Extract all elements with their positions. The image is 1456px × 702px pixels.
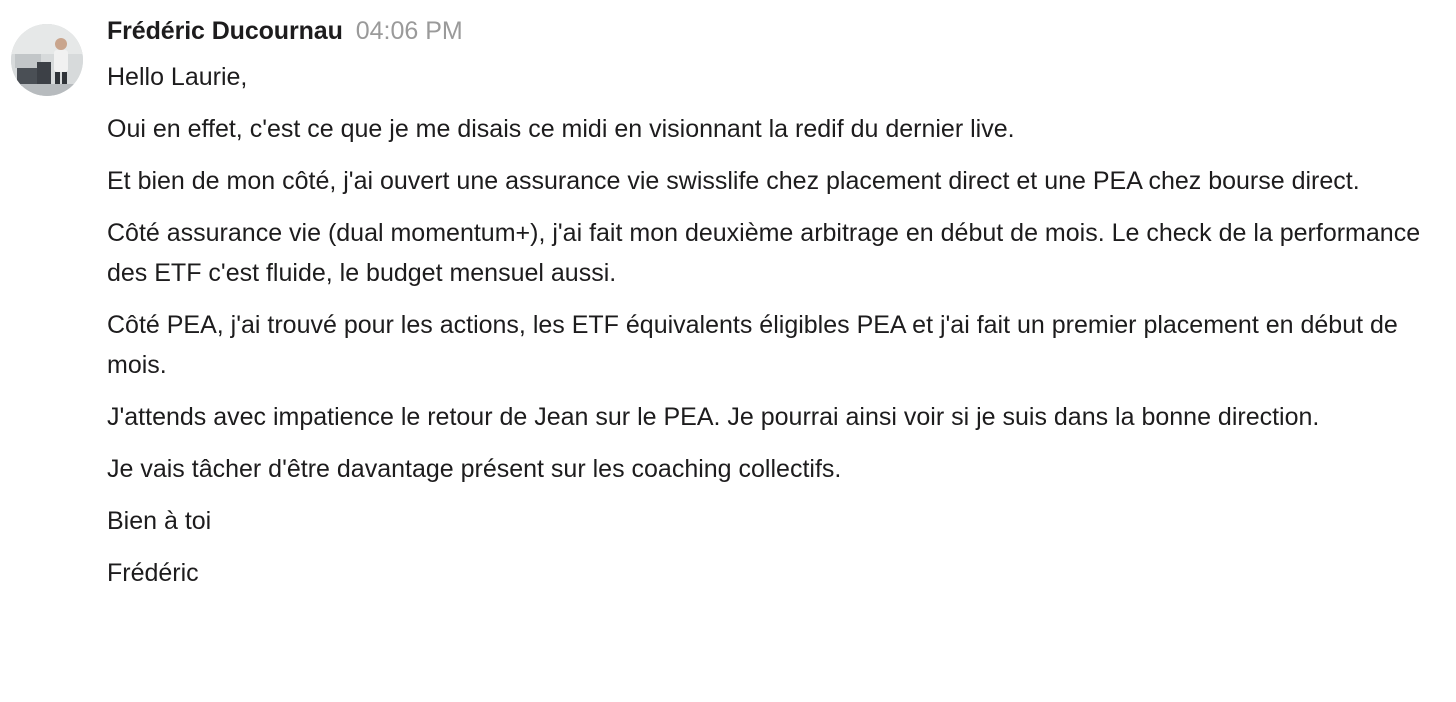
- message-paragraph: Côté assurance vie (dual momentum+), j'a…: [107, 219, 1421, 287]
- sender-name[interactable]: Frédéric Ducournau: [107, 17, 343, 46]
- avatar[interactable]: [11, 24, 83, 96]
- chat-message: Frédéric Ducournau 04:06 PM Hello Laurie…: [0, 0, 1456, 702]
- message-paragraph: Et bien de mon côté, j'ai ouvert une ass…: [107, 167, 1360, 195]
- message-content: Frédéric Ducournau 04:06 PM Hello Laurie…: [107, 17, 1427, 593]
- message-paragraph: J'attends avec impatience le retour de J…: [107, 403, 1320, 431]
- message-paragraph: Hello Laurie,: [107, 63, 248, 91]
- message-body: Hello Laurie, Oui en effet, c'est ce que…: [107, 57, 1427, 593]
- message-header: Frédéric Ducournau 04:06 PM: [107, 17, 1427, 57]
- message-paragraph: Oui en effet, c'est ce que je me disais …: [107, 115, 1015, 143]
- message-paragraph: Côté PEA, j'ai trouvé pour les actions, …: [107, 311, 1398, 379]
- message-paragraph: Je vais tâcher d'être davantage présent …: [107, 455, 842, 483]
- message-paragraph: Bien à toi: [107, 507, 212, 535]
- message-timestamp[interactable]: 04:06 PM: [356, 17, 463, 46]
- user-photo-avatar-icon: [11, 24, 83, 96]
- message-paragraph: Frédéric: [107, 559, 199, 587]
